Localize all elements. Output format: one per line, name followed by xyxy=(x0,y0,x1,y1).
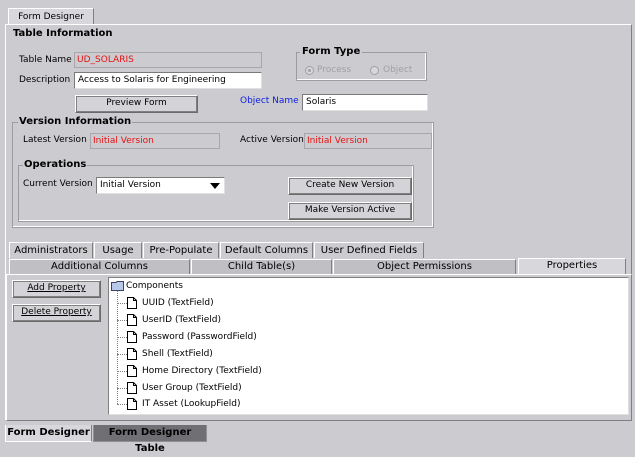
tree-item-property[interactable]: Password (PasswordField) xyxy=(142,331,257,343)
tree-branch xyxy=(117,404,127,405)
active-version-label: Active Version xyxy=(240,135,304,145)
tree-branch xyxy=(117,320,127,321)
file-icon xyxy=(127,348,137,360)
file-icon xyxy=(127,331,137,343)
file-icon xyxy=(127,365,137,377)
table-name-field: UD_SOLARIS xyxy=(74,52,262,68)
bottom-tab-form-designer[interactable]: Form Designer xyxy=(5,425,92,442)
tab-child-tables[interactable]: Child Table(s) xyxy=(191,259,332,274)
file-icon xyxy=(127,382,137,394)
latest-version-field: Initial Version xyxy=(90,133,220,149)
file-icon xyxy=(127,314,137,326)
current-version-label: Current Version xyxy=(23,179,93,189)
add-property-button[interactable]: Add Property xyxy=(12,280,101,298)
delete-property-button[interactable]: Delete Property xyxy=(12,304,101,322)
form-type-title: Form Type xyxy=(300,46,363,57)
create-new-version-button[interactable]: Create New Version xyxy=(288,177,412,195)
tree-branch xyxy=(117,371,127,372)
latest-version-label: Latest Version xyxy=(23,135,87,145)
tab-usage[interactable]: Usage xyxy=(94,242,142,258)
tree-branch xyxy=(117,354,127,355)
file-icon xyxy=(127,297,137,309)
tree-item-property[interactable]: User Group (TextField) xyxy=(142,382,242,394)
object-radio-label: Object xyxy=(383,65,413,75)
tree-root-components[interactable]: Components xyxy=(126,280,183,292)
description-label: Description xyxy=(19,75,71,85)
process-radio[interactable] xyxy=(305,66,314,75)
current-version-select[interactable]: Initial Version xyxy=(96,177,225,194)
table-name-label: Table Name xyxy=(19,55,72,65)
current-version-value: Initial Version xyxy=(100,180,161,190)
file-icon xyxy=(127,398,137,410)
table-information-title: Table Information xyxy=(13,28,113,39)
tree-item-property[interactable]: IT Asset (LookupField) xyxy=(142,398,241,410)
make-version-active-button[interactable]: Make Version Active xyxy=(288,202,412,220)
version-information-title: Version Information xyxy=(18,116,133,127)
tree-item-property[interactable]: Shell (TextField) xyxy=(142,348,213,360)
process-radio-label: Process xyxy=(317,65,352,75)
tree-branch xyxy=(117,303,127,304)
object-name-label: Object Name xyxy=(240,96,299,106)
tree-item-property[interactable]: Home Directory (TextField) xyxy=(142,365,262,377)
tree-item-property[interactable]: UUID (TextField) xyxy=(142,297,214,309)
tree-item-property[interactable]: UserID (TextField) xyxy=(142,314,221,326)
object-radio[interactable] xyxy=(370,66,379,75)
tab-pre-populate[interactable]: Pre-Populate xyxy=(143,242,219,258)
tab-default-columns[interactable]: Default Columns xyxy=(220,242,313,258)
bottom-tab-form-designer-table[interactable]: Form Designer Table xyxy=(93,425,207,454)
operations-title: Operations xyxy=(23,159,88,170)
tab-form-designer-top[interactable]: Form Designer xyxy=(8,8,94,25)
tab-additional-columns[interactable]: Additional Columns xyxy=(9,259,190,274)
tab-object-permissions[interactable]: Object Permissions xyxy=(333,259,516,274)
properties-tree[interactable]: Components UUID (TextField) UserID (Text… xyxy=(108,277,629,415)
object-name-input[interactable]: Solaris xyxy=(302,94,428,111)
active-version-field: Initial Version xyxy=(304,133,432,149)
chevron-down-icon xyxy=(210,183,220,189)
folder-icon xyxy=(111,281,124,291)
tree-branch xyxy=(117,388,127,389)
tab-user-defined-fields[interactable]: User Defined Fields xyxy=(314,242,424,258)
preview-form-button[interactable]: Preview Form xyxy=(75,95,198,113)
tree-branch xyxy=(117,337,127,338)
tab-properties[interactable]: Properties xyxy=(518,258,626,275)
tab-administrators[interactable]: Administrators xyxy=(9,242,93,258)
description-input[interactable]: Access to Solaris for Engineering xyxy=(74,72,262,89)
